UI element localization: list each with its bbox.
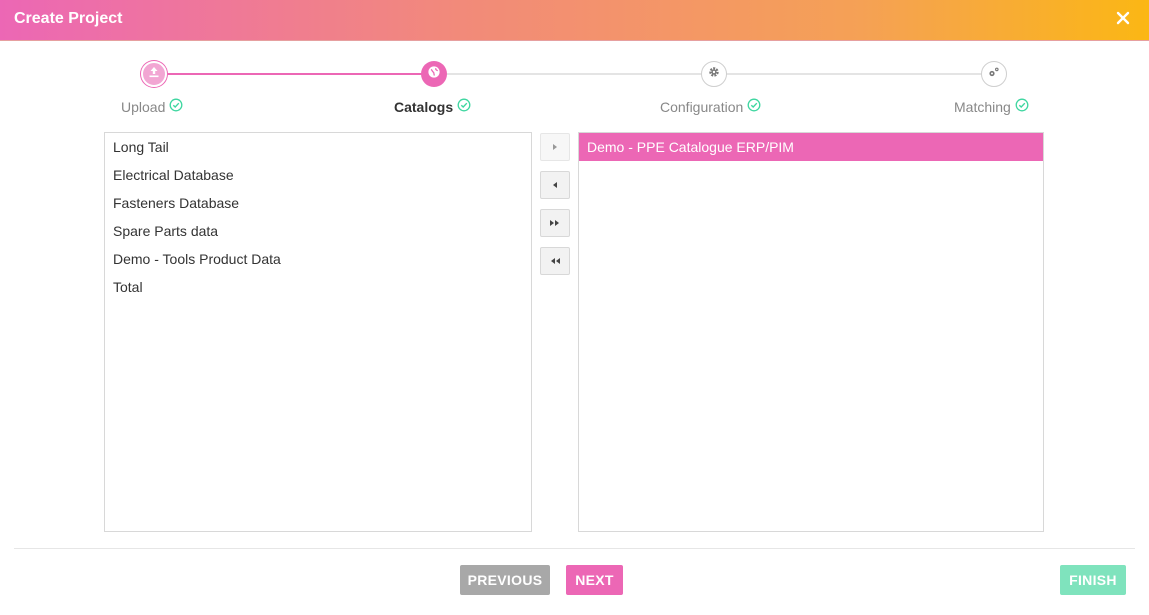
move-all-left-button[interactable] <box>540 247 570 275</box>
move-all-right-button[interactable] <box>540 209 570 237</box>
step-upload[interactable] <box>141 61 167 87</box>
stepper-progress-line <box>154 73 434 75</box>
step-label-upload: Upload <box>121 98 183 115</box>
selected-catalogs-list[interactable]: Demo - PPE Catalogue ERP/PIM <box>578 132 1044 532</box>
check-circle-icon <box>747 98 761 115</box>
step-configuration-text: Configuration <box>660 98 744 115</box>
step-matching[interactable] <box>981 61 1007 87</box>
list-item[interactable]: Demo - PPE Catalogue ERP/PIM <box>579 133 1043 161</box>
caret-right-icon <box>551 138 559 156</box>
check-circle-icon <box>169 98 183 115</box>
available-catalogs-list[interactable]: Long Tail Electrical Database Fasteners … <box>104 132 532 532</box>
upload-icon <box>147 65 161 84</box>
move-right-button[interactable] <box>540 133 570 161</box>
globe-icon <box>427 65 441 84</box>
list-item[interactable]: Total <box>105 273 531 301</box>
step-catalogs-text: Catalogs <box>394 98 454 115</box>
check-circle-icon <box>457 98 471 115</box>
finish-button[interactable]: FINISH <box>1060 565 1126 595</box>
step-configuration[interactable] <box>701 61 727 87</box>
previous-button[interactable]: PREVIOUS <box>460 565 550 595</box>
caret-left-icon <box>551 176 559 194</box>
list-item[interactable]: Long Tail <box>105 133 531 161</box>
list-item[interactable]: Spare Parts data <box>105 217 531 245</box>
step-matching-text: Matching <box>954 98 1011 115</box>
step-label-configuration: Configuration <box>660 98 761 115</box>
dialog-title: Create Project <box>14 10 123 27</box>
step-upload-text: Upload <box>121 98 166 115</box>
step-label-catalogs: Catalogs <box>394 98 471 115</box>
move-left-button[interactable] <box>540 171 570 199</box>
next-button[interactable]: NEXT <box>566 565 623 595</box>
footer-divider <box>14 548 1135 549</box>
list-item[interactable]: Demo - Tools Product Data <box>105 245 531 273</box>
list-item[interactable]: Fasteners Database <box>105 189 531 217</box>
list-item[interactable]: Electrical Database <box>105 161 531 189</box>
gear-icon <box>707 65 721 84</box>
check-circle-icon <box>1015 98 1029 115</box>
double-caret-left-icon <box>549 252 561 270</box>
dialog-header: Create Project <box>0 0 1149 41</box>
double-caret-right-icon <box>549 214 561 232</box>
step-label-matching: Matching <box>954 98 1029 115</box>
step-catalogs[interactable] <box>421 61 447 87</box>
gears-icon <box>987 65 1001 84</box>
close-icon[interactable] <box>1115 10 1131 26</box>
